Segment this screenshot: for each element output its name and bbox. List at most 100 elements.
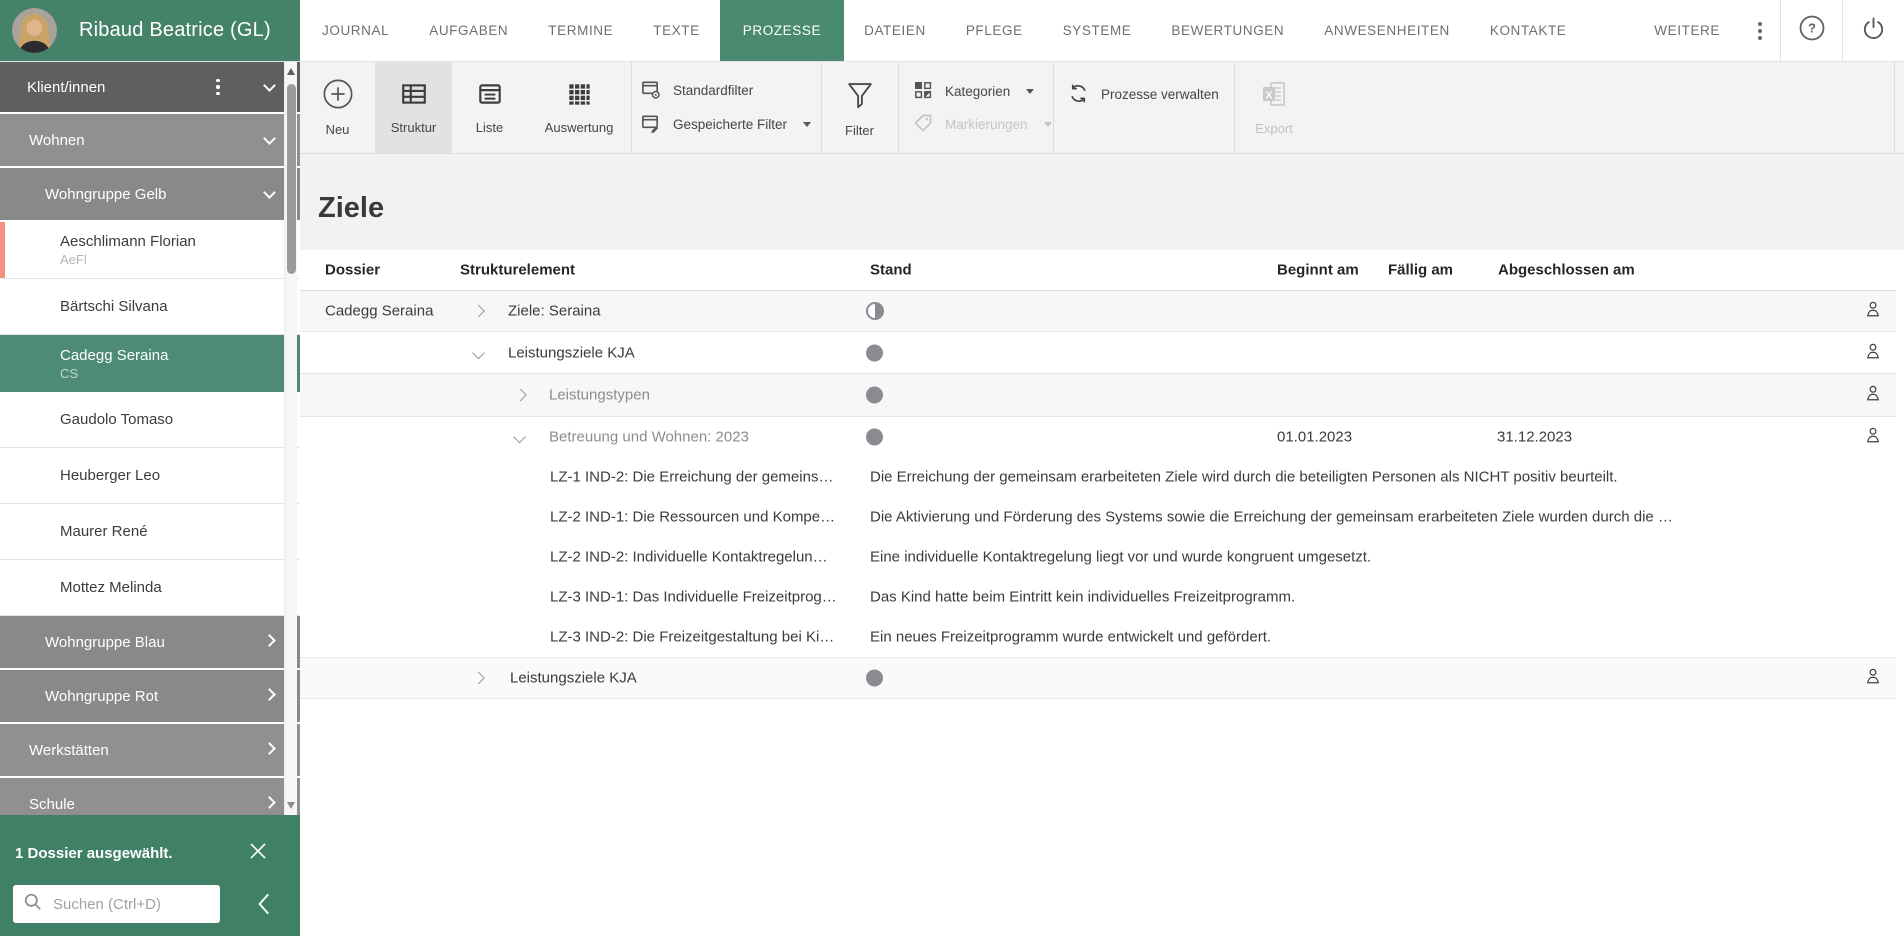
avatar bbox=[12, 8, 57, 53]
col-faellig-am[interactable]: Fällig am bbox=[1388, 262, 1453, 279]
chevron-down-icon[interactable] bbox=[472, 346, 485, 359]
cell-strukturelement: LZ-2 IND-2: Individuelle Kontaktregelun… bbox=[550, 549, 828, 566]
cell-abgeschlossen-am: 31.12.2023 bbox=[1497, 429, 1572, 446]
group-label: Wohngruppe Gelb bbox=[45, 186, 166, 203]
sidebar-client-aeschlimann[interactable]: Aeschlimann Florian AeFl bbox=[0, 222, 300, 279]
more-menu-icon[interactable] bbox=[1740, 0, 1780, 61]
sidebar-client-cadegg[interactable]: Cadegg Seraina CS bbox=[0, 335, 300, 392]
sidebar-menu-icon[interactable] bbox=[206, 62, 230, 112]
table-row[interactable]: Leistungsziele KJA bbox=[300, 332, 1896, 374]
tab-termine[interactable]: TERMINE bbox=[528, 0, 633, 61]
col-strukturelement[interactable]: Strukturelement bbox=[460, 262, 575, 279]
client-name: Aeschlimann Florian bbox=[60, 233, 300, 250]
scroll-down-icon[interactable] bbox=[287, 802, 295, 809]
search-input[interactable] bbox=[53, 896, 203, 913]
divider bbox=[898, 62, 899, 153]
sidebar-client-gaudolo[interactable]: Gaudolo Tomaso bbox=[0, 392, 300, 448]
table-row[interactable]: LZ-2 IND-1: Die Ressourcen und Kompe… Di… bbox=[300, 497, 1896, 537]
col-beginnt-am[interactable]: Beginnt am bbox=[1277, 262, 1359, 279]
table-row[interactable]: LZ-3 IND-2: Die Freizeitgestaltung bei K… bbox=[300, 617, 1896, 657]
client-shortcode: CS bbox=[60, 366, 300, 381]
cell-strukturelement: Betreuung und Wohnen: 2023 bbox=[549, 429, 749, 446]
close-icon[interactable] bbox=[248, 841, 268, 861]
table-row[interactable]: Leistungsziele KJA bbox=[300, 657, 1896, 699]
new-button[interactable]: Neu bbox=[300, 62, 375, 153]
prozesse-verwalten-button[interactable]: Prozesse verwalten bbox=[1068, 83, 1234, 107]
current-user-chip[interactable]: Ribaud Beatrice (GL) bbox=[0, 0, 300, 61]
logout-button[interactable] bbox=[1843, 0, 1904, 61]
tab-kontakte[interactable]: KONTAKTE bbox=[1470, 0, 1587, 61]
sidebar-scrollbar[interactable] bbox=[284, 62, 297, 815]
client-name: Gaudolo Tomaso bbox=[60, 411, 300, 428]
table-row[interactable]: Betreuung und Wohnen: 2023 01.01.2023 31… bbox=[300, 417, 1896, 457]
scrollbar-thumb[interactable] bbox=[287, 84, 296, 274]
tab-prozesse[interactable]: PROZESSE bbox=[720, 0, 844, 61]
sidebar-client-heuberger[interactable]: Heuberger Leo bbox=[0, 448, 300, 504]
chevron-down-icon[interactable] bbox=[513, 431, 526, 444]
view-auswertung-button[interactable]: Auswertung bbox=[527, 62, 631, 153]
chevron-right-icon[interactable] bbox=[472, 305, 485, 318]
toolbar-ribbon: Neu Struktur Liste bbox=[300, 62, 1904, 154]
tab-dateien[interactable]: DATEIEN bbox=[844, 0, 946, 61]
view-liste-button[interactable]: Liste bbox=[452, 62, 527, 153]
client-name: Cadegg Seraina bbox=[60, 347, 300, 364]
sidebar-group-wohngruppe-blau[interactable]: Wohngruppe Blau bbox=[0, 616, 300, 670]
sidebar-client-mottez[interactable]: Mottez Melinda bbox=[0, 560, 300, 616]
kategorien-button[interactable]: Kategorien bbox=[913, 80, 1053, 103]
person-icon[interactable] bbox=[1864, 384, 1882, 407]
person-icon[interactable] bbox=[1864, 300, 1882, 323]
cell-strukturelement: Leistungstypen bbox=[549, 387, 650, 404]
chevron-right-icon[interactable] bbox=[472, 672, 485, 685]
sidebar-group-wohngruppe-rot[interactable]: Wohngruppe Rot bbox=[0, 670, 300, 724]
scroll-up-icon[interactable] bbox=[287, 68, 295, 75]
svg-text:?: ? bbox=[1808, 21, 1816, 36]
help-button[interactable]: ? bbox=[1781, 0, 1842, 61]
sidebar-client-baertschi[interactable]: Bärtschi Silvana bbox=[0, 279, 300, 335]
chevron-down-icon[interactable] bbox=[263, 79, 276, 92]
search-box bbox=[13, 885, 220, 923]
tab-aufgaben[interactable]: AUFGABEN bbox=[409, 0, 528, 61]
table-row[interactable]: LZ-2 IND-2: Individuelle Kontaktregelun…… bbox=[300, 537, 1896, 577]
tab-weitere[interactable]: WEITERE bbox=[1634, 0, 1740, 61]
sidebar-group-wohnen[interactable]: Wohnen bbox=[0, 114, 300, 168]
sidebar-client-maurer[interactable]: Maurer René bbox=[0, 504, 300, 560]
structure-table-icon bbox=[400, 80, 428, 113]
sidebar-header[interactable]: Klient/innen bbox=[0, 62, 300, 112]
dossier-selection-panel: 1 Dossier ausgewählt. bbox=[0, 815, 300, 936]
cell-dossier: Cadegg Seraina bbox=[325, 303, 433, 320]
tab-bewertungen[interactable]: BEWERTUNGEN bbox=[1151, 0, 1304, 61]
tab-journal[interactable]: JOURNAL bbox=[302, 0, 409, 61]
person-icon[interactable] bbox=[1864, 667, 1882, 690]
sidebar-group-werkstaetten[interactable]: Werkstätten bbox=[0, 724, 300, 778]
chevron-down-icon bbox=[263, 132, 276, 145]
goals-table: Dossier Strukturelement Stand Beginnt am… bbox=[300, 250, 1904, 699]
sidebar-group-wohngruppe-gelb[interactable]: Wohngruppe Gelb bbox=[0, 168, 300, 222]
tab-pflege[interactable]: PFLEGE bbox=[946, 0, 1043, 61]
chevron-right-icon bbox=[263, 688, 276, 701]
col-abgeschlossen-am[interactable]: Abgeschlossen am bbox=[1498, 262, 1635, 279]
person-icon[interactable] bbox=[1864, 341, 1882, 364]
excel-export-icon: X bbox=[1259, 79, 1289, 114]
person-icon[interactable] bbox=[1864, 426, 1882, 449]
tab-texte[interactable]: TEXTE bbox=[633, 0, 720, 61]
chevron-right-icon[interactable] bbox=[514, 389, 527, 402]
table-row[interactable]: Cadegg Seraina Ziele: Seraina bbox=[300, 291, 1896, 332]
filter-button[interactable]: Filter bbox=[821, 62, 898, 153]
table-row[interactable]: LZ-1 IND-2: Die Erreichung der gemeins… … bbox=[300, 457, 1896, 497]
tab-systeme[interactable]: SYSTEME bbox=[1043, 0, 1152, 61]
col-dossier[interactable]: Dossier bbox=[325, 262, 380, 279]
col-stand[interactable]: Stand bbox=[870, 262, 912, 279]
chevron-down-icon bbox=[1026, 89, 1034, 94]
grid-report-icon bbox=[565, 80, 593, 113]
cell-strukturelement: LZ-3 IND-2: Die Freizeitgestaltung bei K… bbox=[550, 629, 834, 646]
cell-beginnt-am: 01.01.2023 bbox=[1277, 429, 1352, 446]
saved-filter-icon bbox=[640, 113, 661, 137]
collapse-sidebar-icon[interactable] bbox=[252, 889, 278, 924]
funnel-icon bbox=[843, 77, 877, 116]
table-row[interactable]: Leistungstypen bbox=[300, 374, 1896, 417]
standardfilter-button[interactable]: Standardfilter bbox=[640, 79, 821, 103]
gespeicherte-filter-button[interactable]: Gespeicherte Filter bbox=[640, 113, 821, 137]
table-row[interactable]: LZ-3 IND-1: Das Individuelle Freizeitpro… bbox=[300, 577, 1896, 617]
view-struktur-button[interactable]: Struktur bbox=[375, 62, 452, 153]
tab-anwesenheiten[interactable]: ANWESENHEITEN bbox=[1304, 0, 1470, 61]
